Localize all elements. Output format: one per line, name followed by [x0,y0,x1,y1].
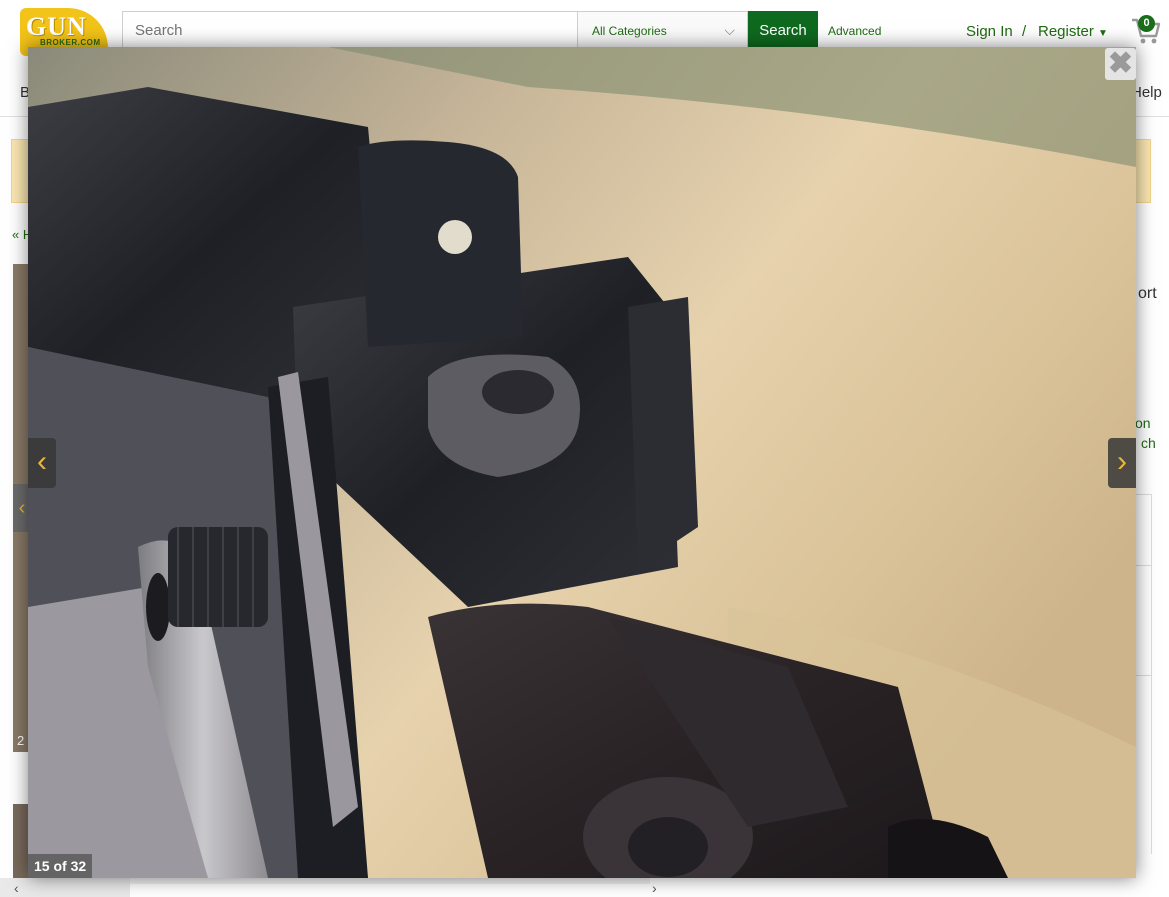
register-label: Register [1038,23,1094,40]
auth-separator: / [1022,23,1027,40]
horizontal-scrollbar[interactable] [130,878,650,884]
search-button[interactable]: Search [748,11,818,49]
image-counter: 15 of 32 [28,854,93,878]
sign-in-link[interactable]: Sign In [966,23,1013,40]
caret-down-icon: ▼ [1098,28,1108,39]
panel-divider [1136,494,1151,495]
lightbox-next-button[interactable]: › [1108,438,1136,488]
panel-divider [1136,565,1151,566]
chevron-down-icon: ⌵ [724,22,735,38]
category-select-value: All Categories [592,24,667,38]
scroll-right-icon[interactable]: › [652,880,657,896]
scroll-strip [0,878,130,897]
rifle-rear-sight-photo [28,47,1136,878]
logo-subtext: BROKER.COM [40,38,101,47]
lightbox-close-button[interactable]: ✖ [1105,48,1136,80]
cart-count-badge: 0 [1138,15,1155,32]
lightbox-image[interactable] [28,47,1136,878]
scroll-left-icon[interactable]: ‹ [14,880,19,896]
panel-border [1151,494,1152,854]
listing-title-fragment: ort [1138,285,1157,302]
category-select[interactable]: All Categories ⌵ [577,11,748,49]
advanced-search-link[interactable]: Advanced [828,24,881,38]
listing-link-fragment-1[interactable]: on [1135,415,1151,431]
thumbnail-count: 2 [17,733,25,748]
panel-divider [1136,675,1151,676]
listing-link-fragment-2[interactable]: ch [1141,435,1156,451]
lightbox-prev-button[interactable]: ‹ [28,438,56,488]
search-input[interactable] [122,11,578,49]
register-dropdown[interactable]: Register ▼ [1038,23,1108,40]
